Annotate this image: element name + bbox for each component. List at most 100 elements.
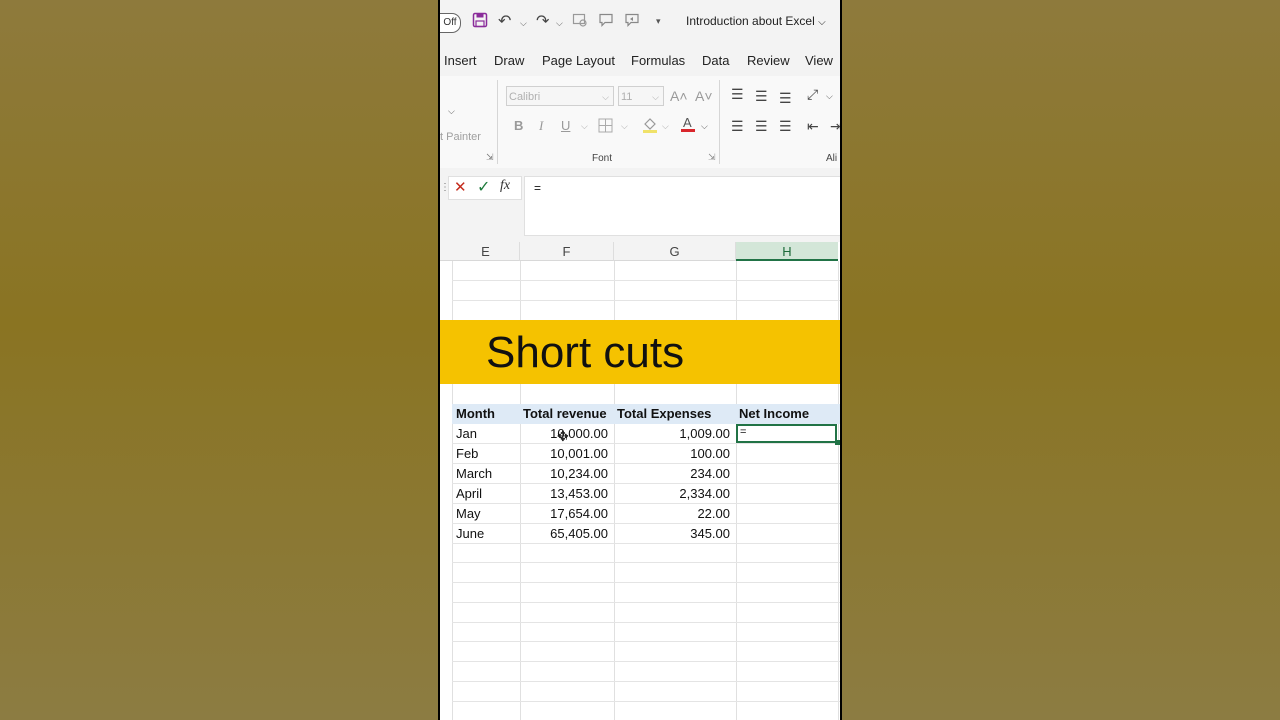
middle-align-icon[interactable]: ☰ xyxy=(755,88,768,104)
gridline xyxy=(452,602,840,603)
redo-icon[interactable]: ↷ xyxy=(536,12,549,32)
cell-expenses[interactable]: 234.00 xyxy=(614,466,730,481)
column-header-f[interactable]: F xyxy=(520,242,614,261)
font-name-select[interactable]: Calibri ⌵ xyxy=(506,86,614,106)
tab-insert[interactable]: Insert xyxy=(444,53,477,68)
cell-revenue[interactable]: 17,654.00 xyxy=(520,506,608,521)
column-header-g[interactable]: G xyxy=(614,242,736,261)
decrease-font-size-icon[interactable]: A˅ xyxy=(695,88,713,104)
banner-title: Short cuts xyxy=(486,328,685,377)
underline-dropdown-icon[interactable]: ⌵ xyxy=(581,121,588,132)
cell-month[interactable]: June xyxy=(456,526,484,541)
top-align-icon[interactable]: ☰ xyxy=(731,86,744,102)
undo-dropdown-icon[interactable]: ⌵ xyxy=(520,18,527,29)
cell-month[interactable]: Feb xyxy=(456,446,478,461)
mouse-cursor-icon: ✥ xyxy=(557,428,569,444)
fill-handle[interactable] xyxy=(835,440,840,445)
cell-revenue[interactable]: 65,405.00 xyxy=(520,526,608,541)
cell-revenue[interactable]: 13,453.00 xyxy=(520,486,608,501)
font-color-dropdown-icon[interactable]: ⌵ xyxy=(701,121,708,132)
font-launcher-icon[interactable]: ⇲ xyxy=(708,152,716,163)
cell-revenue[interactable]: 10,234.00 xyxy=(520,466,608,481)
comment-icon[interactable] xyxy=(598,12,614,34)
cell-revenue[interactable]: 10,001.00 xyxy=(520,446,608,461)
orientation-icon[interactable]: ⤢ xyxy=(807,86,818,102)
tab-page-layout[interactable]: Page Layout xyxy=(542,53,615,68)
tab-formulas[interactable]: Formulas xyxy=(631,53,685,68)
right-backdrop xyxy=(842,0,1280,720)
table-row: June 65,405.00 345.00 xyxy=(440,526,840,545)
cell-expenses[interactable]: 345.00 xyxy=(614,526,730,541)
header-month[interactable]: Month xyxy=(456,406,495,421)
gridline xyxy=(452,300,840,301)
underline-button[interactable]: U xyxy=(561,118,570,134)
align-right-icon[interactable]: ☰ xyxy=(779,118,792,134)
orientation-dropdown-icon[interactable]: ⌵ xyxy=(826,91,833,102)
share-icon[interactable] xyxy=(624,12,640,34)
column-header-e[interactable]: E xyxy=(452,242,520,261)
active-cell-selection[interactable] xyxy=(736,424,837,443)
gridline xyxy=(452,582,840,583)
borders-icon[interactable] xyxy=(598,118,613,138)
font-size-select[interactable]: 11 ⌵ xyxy=(618,86,664,106)
save-icon[interactable] xyxy=(472,12,488,34)
tab-review[interactable]: Review xyxy=(747,53,790,68)
increase-indent-icon[interactable]: ⇥ xyxy=(830,118,840,134)
bottom-align-icon[interactable]: ☰ xyxy=(779,90,792,106)
cell-expenses[interactable]: 100.00 xyxy=(614,446,730,461)
cell-month[interactable]: March xyxy=(456,466,492,481)
table-row: May 17,654.00 22.00 xyxy=(440,506,840,525)
paste-dropdown-icon[interactable]: ⌵ xyxy=(448,106,455,117)
cell-month[interactable]: Jan xyxy=(456,426,477,441)
customize-toolbar-icon[interactable]: ▾ xyxy=(656,16,661,27)
cell-month[interactable]: May xyxy=(456,506,481,521)
cell-expenses[interactable]: 22.00 xyxy=(614,506,730,521)
group-divider xyxy=(497,80,498,164)
header-total-expenses[interactable]: Total Expenses xyxy=(617,406,711,421)
cell-expenses[interactable]: 2,334.00 xyxy=(614,486,730,501)
gridline xyxy=(452,641,840,642)
svg-text:A: A xyxy=(683,115,692,130)
gridline xyxy=(452,701,840,702)
touch-mode-icon[interactable] xyxy=(572,12,588,34)
alignment-group-label: Ali xyxy=(826,153,838,164)
autosave-toggle[interactable]: Off xyxy=(440,13,461,33)
cancel-icon[interactable]: ✕ xyxy=(454,178,467,196)
fill-color-icon[interactable] xyxy=(642,116,658,139)
font-color-icon[interactable]: A xyxy=(680,115,696,138)
header-total-revenue[interactable]: Total revenue xyxy=(523,406,607,421)
font-name-chevron-icon: ⌵ xyxy=(602,92,609,102)
cell-expenses[interactable]: 1,009.00 xyxy=(614,426,730,441)
group-divider xyxy=(719,80,720,164)
gridline xyxy=(452,681,840,682)
redo-dropdown-icon[interactable]: ⌵ xyxy=(556,18,563,29)
decrease-indent-icon[interactable]: ⇤ xyxy=(807,118,819,134)
excel-window: Off ↶ ⌵ ↷ ⌵ ▾ Introduction about Excel ⌵… xyxy=(438,0,842,720)
tab-view[interactable]: View xyxy=(805,53,833,68)
borders-dropdown-icon[interactable]: ⌵ xyxy=(621,121,628,132)
column-header-h[interactable]: H xyxy=(736,242,838,261)
format-painter-button[interactable]: t Painter xyxy=(440,131,481,143)
font-group-label: Font xyxy=(592,153,613,164)
insert-function-icon[interactable]: fx xyxy=(500,178,510,194)
enter-icon[interactable]: ✓ xyxy=(477,177,490,197)
header-net-income[interactable]: Net Income xyxy=(739,406,809,421)
align-left-icon[interactable]: ☰ xyxy=(731,118,744,134)
bold-button[interactable]: B xyxy=(514,118,523,134)
table-row: March 10,234.00 234.00 xyxy=(440,466,840,485)
tab-draw[interactable]: Draw xyxy=(494,53,524,68)
select-all-corner[interactable] xyxy=(440,242,452,261)
document-title[interactable]: Introduction about Excel ⌵ xyxy=(686,14,826,28)
formula-input[interactable] xyxy=(524,176,840,236)
cell-month[interactable]: April xyxy=(456,486,482,501)
chevron-down-icon: ⌵ xyxy=(818,17,826,28)
tab-data[interactable]: Data xyxy=(702,53,729,68)
align-center-icon[interactable]: ☰ xyxy=(755,118,768,134)
italic-button[interactable]: I xyxy=(539,118,543,134)
clipboard-launcher-icon[interactable]: ⇲ xyxy=(486,152,494,163)
table-row: April 13,453.00 2,334.00 xyxy=(440,486,840,505)
undo-icon[interactable]: ↶ xyxy=(498,12,511,32)
increase-font-size-icon[interactable]: A˄ xyxy=(670,88,688,104)
fill-color-dropdown-icon[interactable]: ⌵ xyxy=(662,121,669,132)
left-backdrop xyxy=(0,0,438,720)
